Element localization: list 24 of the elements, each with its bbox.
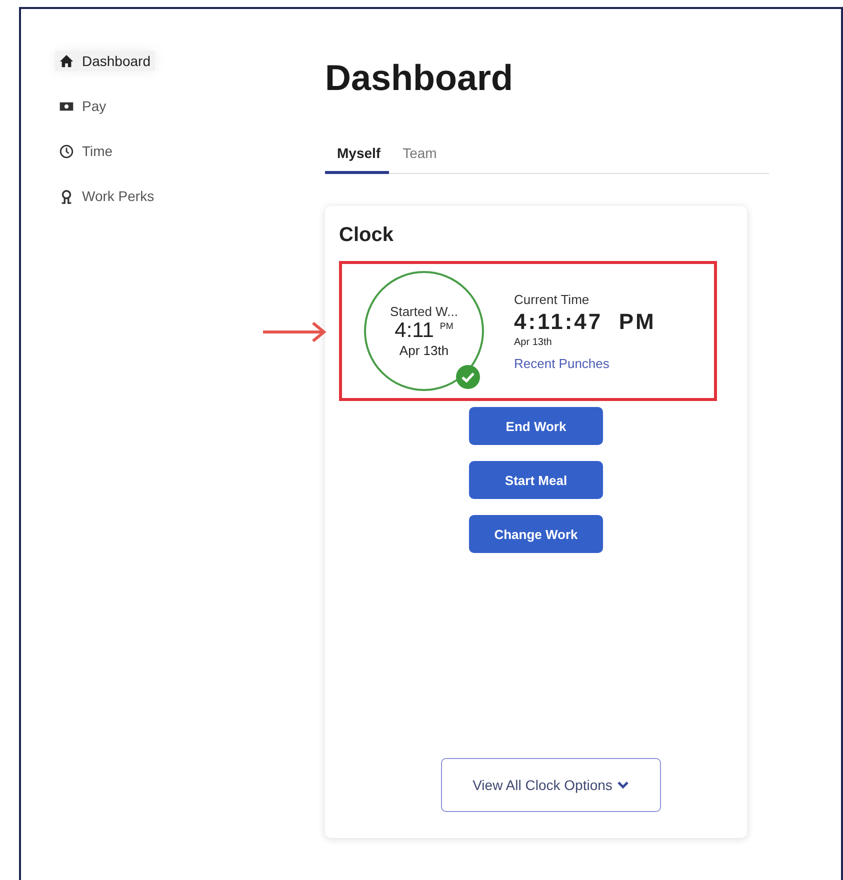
card-title: Clock: [339, 224, 394, 247]
arrow-icon: [263, 320, 327, 344]
started-label: Started W...: [390, 304, 458, 319]
action-button[interactable]: End Work: [469, 407, 603, 445]
sidebar-item[interactable]: Time: [55, 141, 117, 161]
home-icon: [59, 54, 74, 68]
current-time-label: Current Time: [514, 292, 590, 306]
sidebar-item[interactable]: Work Perks: [55, 186, 158, 206]
page-title: Dashboard: [325, 57, 514, 99]
action-button[interactable]: Change Work: [469, 515, 603, 553]
sidebar-item[interactable]: Pay: [55, 96, 110, 116]
recent-punches-link[interactable]: Recent Punches: [514, 356, 610, 370]
current-time: 4:11:47 PM: [514, 308, 656, 334]
current-date: Apr 13th: [514, 336, 552, 348]
view-options-button[interactable]: View All Clock Options: [441, 758, 661, 812]
award-icon: [59, 188, 74, 204]
action-button[interactable]: Start Meal: [469, 461, 603, 499]
chevron-down-icon: [617, 781, 630, 789]
sidebar-item[interactable]: Dashboard: [55, 51, 154, 71]
tab[interactable]: Myself: [325, 139, 389, 174]
started-date: Apr 13th: [399, 343, 449, 358]
tab[interactable]: Team: [390, 139, 445, 174]
started-time: 4:11 $^{PM}$: [394, 319, 454, 343]
clock-icon: [59, 144, 74, 158]
